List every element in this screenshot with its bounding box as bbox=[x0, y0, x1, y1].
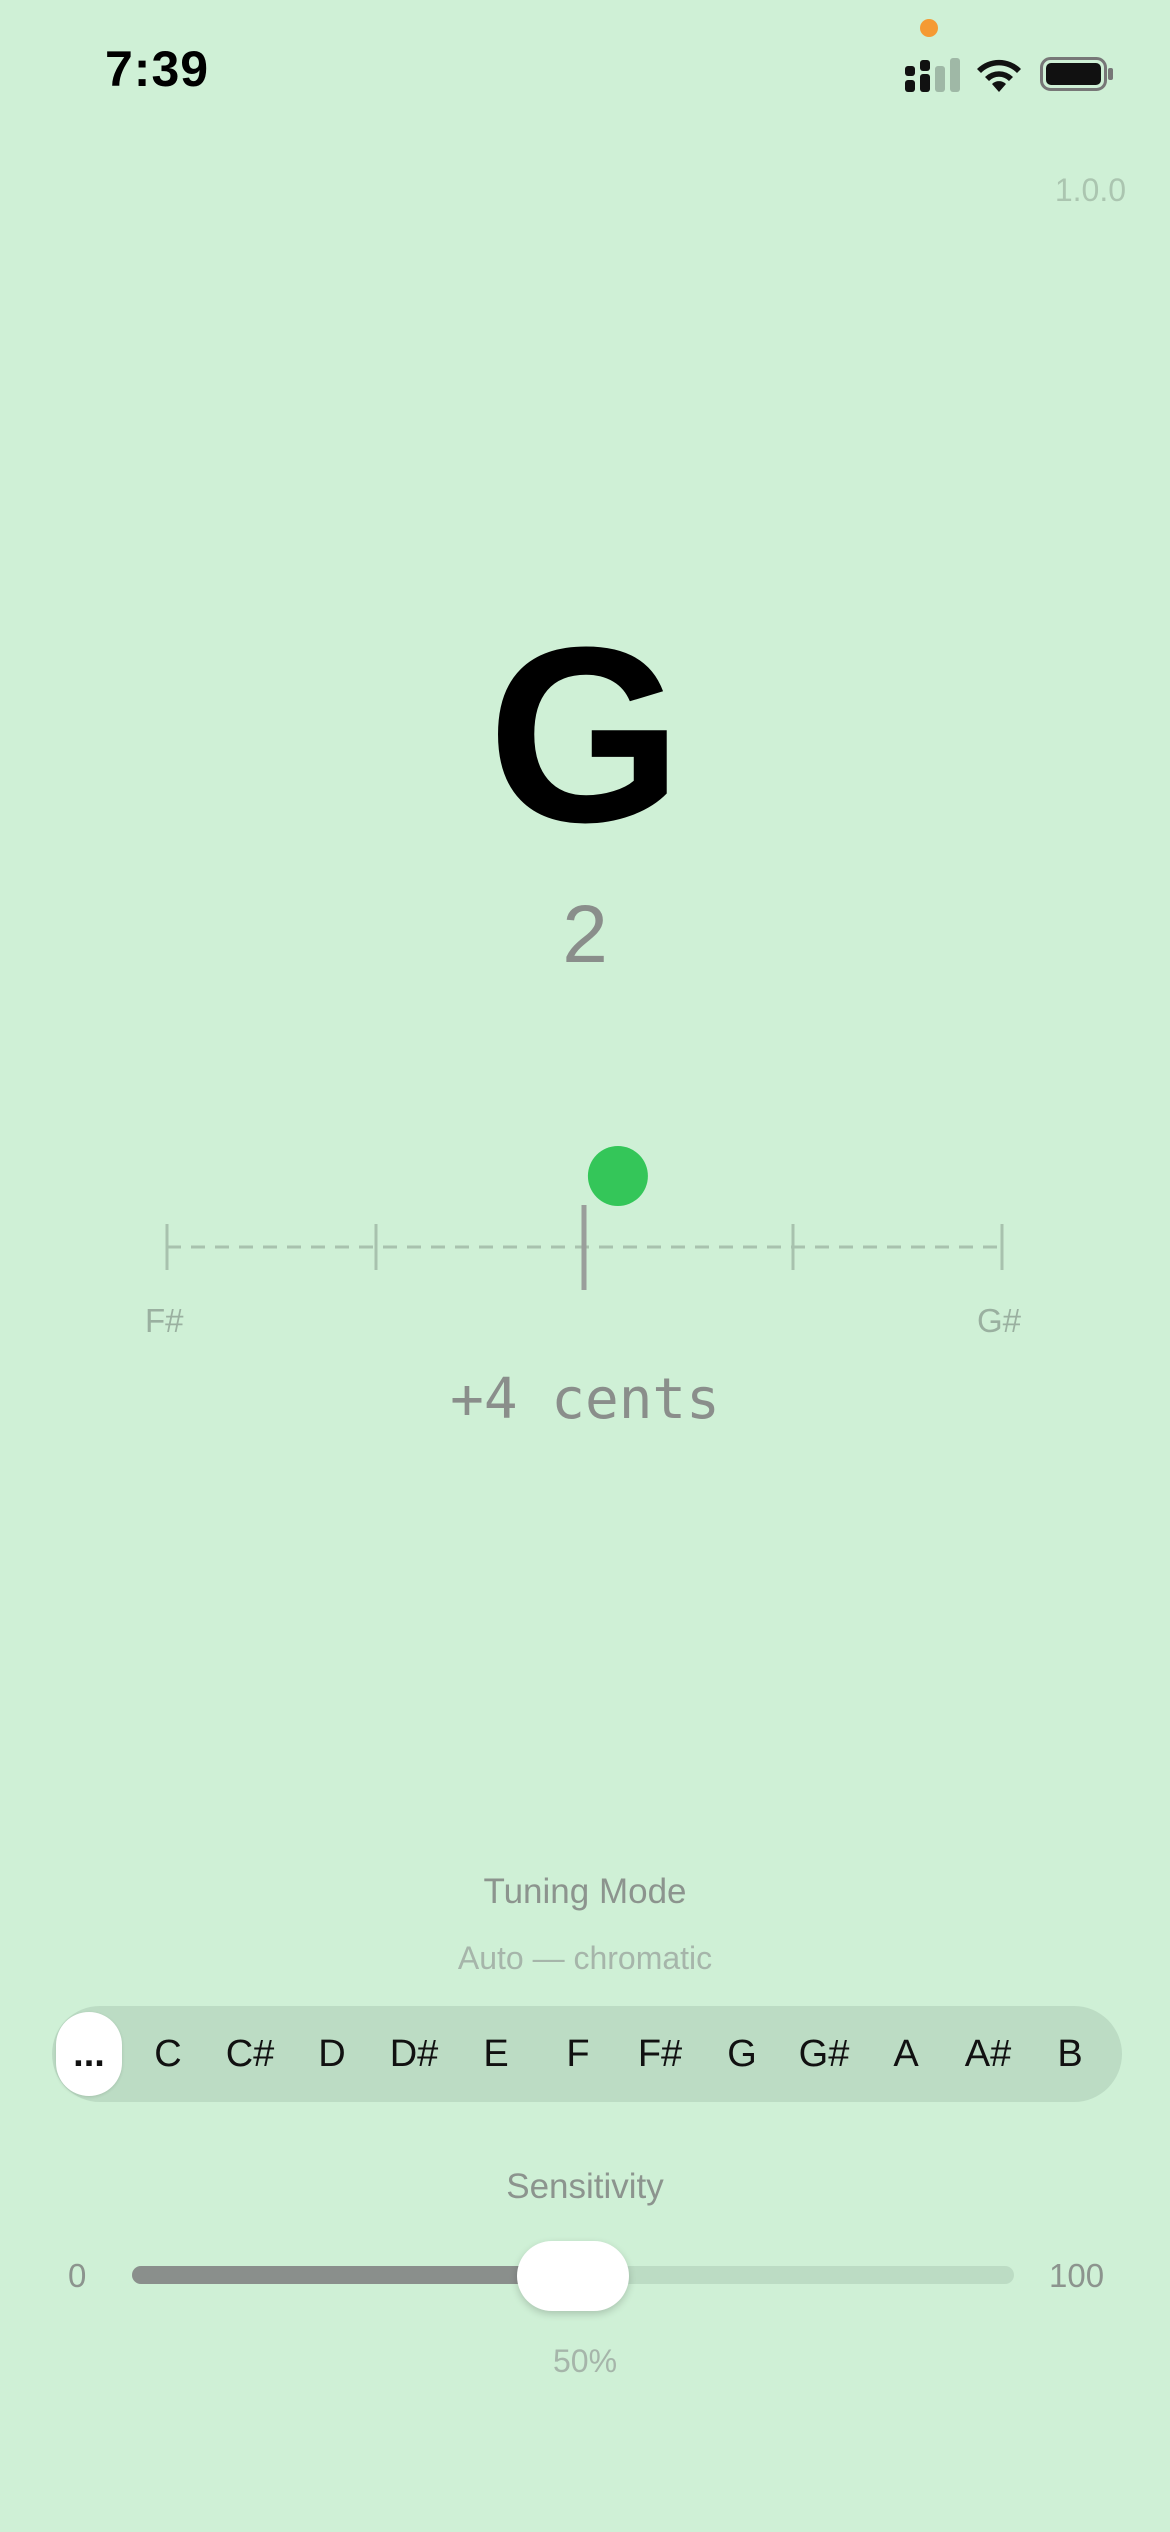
note-option[interactable]: F# bbox=[624, 2014, 696, 2094]
note-option[interactable]: E bbox=[460, 2014, 532, 2094]
pitch-indicator bbox=[587, 1146, 648, 1206]
sensitivity-slider-thumb[interactable] bbox=[517, 2241, 629, 2311]
meter-left-note: F# bbox=[145, 1302, 184, 1339]
tuning-mode-title: Tuning Mode bbox=[483, 1872, 687, 1911]
note-option[interactable]: D# bbox=[378, 2014, 450, 2094]
sensitivity-title: Sensitivity bbox=[506, 2167, 664, 2206]
tuning-meter bbox=[165, 1146, 1004, 1290]
battery-icon bbox=[1040, 57, 1113, 91]
sensitivity-slider-fill bbox=[132, 2266, 573, 2284]
note-option[interactable]: D bbox=[296, 2014, 368, 2094]
detected-octave: 2 bbox=[562, 889, 608, 980]
note-option[interactable]: G# bbox=[788, 2014, 860, 2094]
cents-readout: +4 cents bbox=[450, 1367, 720, 1432]
tuning-mode-selector[interactable]: ... C C# D D# E F F# G G# A A# B bbox=[52, 2006, 1122, 2102]
tuning-mode-subtitle: Auto — chromatic bbox=[457, 1940, 713, 1976]
wifi-icon bbox=[977, 59, 1021, 92]
note-option-auto[interactable]: ... bbox=[56, 2012, 122, 2096]
status-time: 7:39 bbox=[105, 41, 210, 97]
note-option[interactable]: C# bbox=[214, 2014, 286, 2094]
note-option[interactable]: B bbox=[1034, 2014, 1106, 2094]
cellular-signal-icon bbox=[905, 58, 960, 92]
detected-note: G bbox=[487, 595, 683, 874]
sensitivity-value: 50% bbox=[552, 2343, 618, 2379]
note-option[interactable]: G bbox=[706, 2014, 778, 2094]
sensitivity-max-label: 100 bbox=[1049, 2257, 1105, 2294]
note-option[interactable]: C bbox=[132, 2014, 204, 2094]
app-version: 1.0.0 bbox=[1054, 172, 1126, 208]
note-option[interactable]: F bbox=[542, 2014, 614, 2094]
note-option[interactable]: A# bbox=[952, 2014, 1024, 2094]
note-option[interactable]: A bbox=[870, 2014, 942, 2094]
sensitivity-min-label: 0 bbox=[68, 2257, 87, 2294]
meter-right-note: G# bbox=[977, 1302, 1022, 1339]
mic-in-use-indicator bbox=[920, 19, 938, 37]
